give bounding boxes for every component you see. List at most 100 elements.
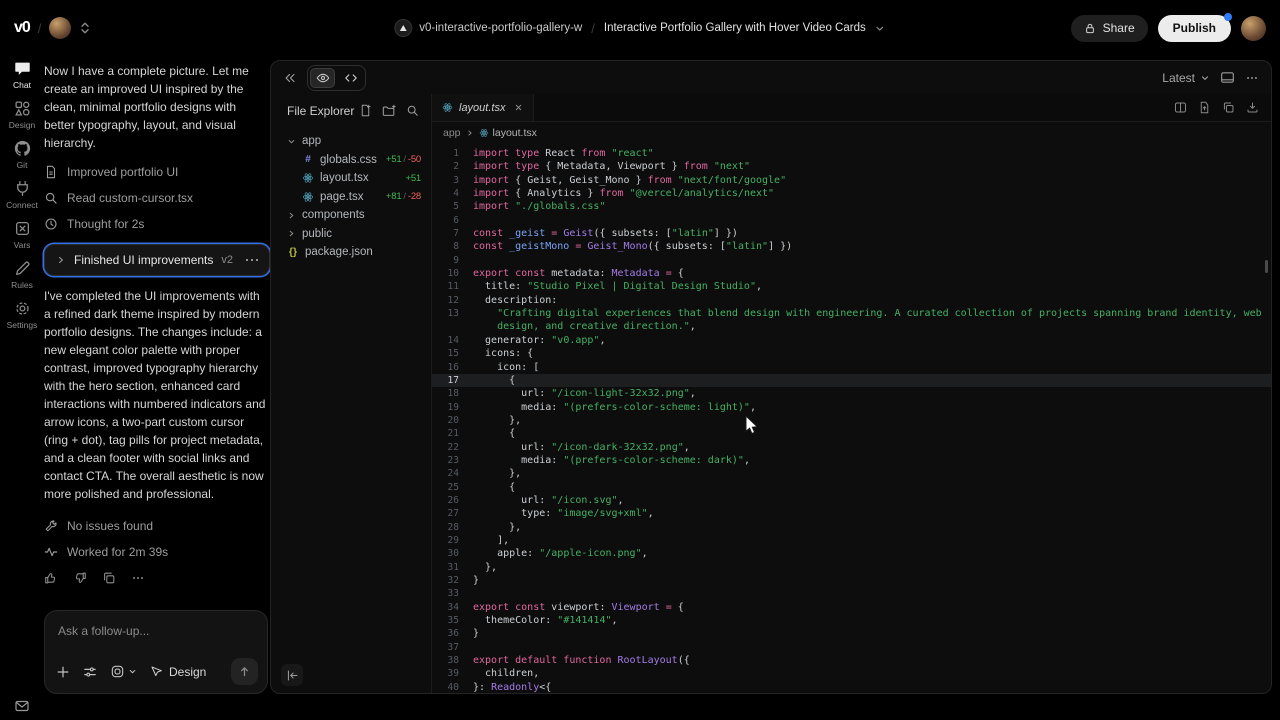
code-line[interactable]: 22 url: "/icon-dark-32x32.png", [432, 441, 1271, 454]
code-line[interactable]: 24 }, [432, 467, 1271, 480]
copy-icon[interactable] [102, 571, 116, 585]
code-line[interactable]: 40}: Readonly<{ [432, 681, 1271, 693]
sidebar-item-settings[interactable]: Settings [0, 300, 44, 330]
code-line[interactable]: 36} [432, 627, 1271, 640]
search-files-icon[interactable] [406, 104, 419, 117]
folder-row-app[interactable]: app [287, 132, 431, 151]
code-line[interactable]: 17 { [432, 374, 1271, 387]
code-line[interactable]: 7const _geist = Geist({ subsets: ["latin… [432, 227, 1271, 240]
code-line[interactable]: 34export const viewport: Viewport = { [432, 601, 1271, 614]
design-mode-button[interactable]: Design [150, 665, 206, 679]
sidebar-item-git[interactable]: Git [0, 140, 44, 170]
code-line[interactable]: 15 icons: { [432, 347, 1271, 360]
more-options-icon[interactable] [246, 259, 259, 262]
code-line[interactable]: 11 title: "Studio Pixel | Digital Design… [432, 280, 1271, 293]
user-avatar[interactable] [1241, 16, 1266, 41]
breadcrumb-file[interactable]: layout.tsx [479, 127, 537, 139]
code-toggle-button[interactable] [338, 68, 363, 88]
team-avatar[interactable] [49, 17, 71, 39]
plus-icon[interactable] [56, 665, 70, 679]
preview-toggle-button[interactable] [310, 68, 335, 88]
sidebar-item-rules[interactable]: Rules [0, 260, 44, 290]
browser-icon[interactable] [1220, 70, 1235, 85]
collapse-panel-icon[interactable] [283, 71, 297, 85]
file-row-globals-css[interactable]: # globals.css +51/-50 [302, 151, 431, 170]
code-line[interactable]: 18 url: "/icon-light-32x32.png", [432, 387, 1271, 400]
share-button[interactable]: Share [1071, 15, 1148, 42]
code-line[interactable]: 21 { [432, 427, 1271, 440]
collapse-explorer-button[interactable] [281, 664, 303, 686]
code-line[interactable]: 30 apple: "/apple-icon.png", [432, 547, 1271, 560]
sliders-icon[interactable] [83, 665, 97, 679]
file-row-package-json[interactable]: {} package.json [287, 243, 431, 262]
sidebar-item-vars[interactable]: Vars [0, 220, 44, 250]
step-thought[interactable]: Thought for 2s [44, 211, 270, 237]
folder-row-public[interactable]: public [287, 225, 431, 244]
code-line[interactable]: design, and creative direction.", [432, 320, 1271, 333]
file-row-layout-tsx[interactable]: layout.tsx +51 [302, 169, 431, 188]
feedback-mail-button[interactable] [0, 698, 44, 714]
code-line[interactable]: 33 [432, 587, 1271, 600]
sidebar-item-design[interactable]: Design [0, 100, 44, 130]
code-line[interactable]: 2import type { Metadata, Viewport } from… [432, 160, 1271, 173]
code-line[interactable]: 1import type React from "react" [432, 147, 1271, 160]
export-file-icon[interactable] [1198, 101, 1211, 114]
project-badge[interactable]: v0-interactive-portfolio-gallery-w [394, 19, 582, 37]
sidebar-item-connect[interactable]: Connect [0, 180, 44, 210]
code-area[interactable]: 1import type React from "react"2import t… [432, 144, 1271, 693]
download-icon[interactable] [1246, 101, 1259, 114]
code-line[interactable]: 37 [432, 641, 1271, 654]
code-line[interactable]: 26 url: "/icon.svg", [432, 494, 1271, 507]
code-line[interactable]: 6 [432, 214, 1271, 227]
code-line[interactable]: 19 media: "(prefers-color-scheme: light)… [432, 401, 1271, 414]
status-no-issues[interactable]: No issues found [44, 513, 270, 539]
send-button[interactable] [231, 658, 258, 685]
code-line[interactable]: 39 children, [432, 667, 1271, 680]
code-line[interactable]: 13 "Crafting digital experiences that bl… [432, 307, 1271, 320]
code-line[interactable]: 5import "./globals.css" [432, 200, 1271, 213]
status-worked-duration[interactable]: Worked for 2m 39s [44, 539, 270, 565]
step-read-custom-cursor[interactable]: Read custom-cursor.tsx [44, 185, 270, 211]
close-icon[interactable] [514, 103, 523, 112]
code-line[interactable]: 9 [432, 254, 1271, 267]
new-folder-icon[interactable] [382, 104, 396, 118]
finished-task-card[interactable]: Finished UI improvements v2 [44, 244, 270, 276]
chat-title[interactable]: Interactive Portfolio Gallery with Hover… [604, 22, 866, 34]
code-line[interactable]: 35 themeColor: "#141414", [432, 614, 1271, 627]
code-line[interactable]: 28 }, [432, 521, 1271, 534]
version-selector[interactable]: Latest [1162, 71, 1210, 85]
code-line[interactable]: 10export const metadata: Metadata = { [432, 267, 1271, 280]
split-view-icon[interactable] [1174, 101, 1187, 114]
scrollbar-thumb[interactable] [1265, 260, 1268, 273]
more-options-icon[interactable] [1245, 71, 1259, 85]
thumbs-down-icon[interactable] [73, 571, 87, 585]
new-file-icon[interactable] [359, 104, 372, 117]
code-line[interactable]: 27 type: "image/svg+xml", [432, 507, 1271, 520]
code-line[interactable]: 3import { Geist, Geist_Mono } from "next… [432, 174, 1271, 187]
chevron-down-icon[interactable] [875, 23, 886, 34]
code-line[interactable]: 29 ], [432, 534, 1271, 547]
code-line[interactable]: 23 media: "(prefers-color-scheme: dark)"… [432, 454, 1271, 467]
code-line[interactable]: 12 description: [432, 294, 1271, 307]
thumbs-up-icon[interactable] [44, 571, 58, 585]
team-switcher-icon[interactable] [79, 21, 91, 35]
tab-layout-tsx[interactable]: layout.tsx [432, 94, 534, 121]
followup-input-card[interactable]: Design [44, 610, 268, 694]
folder-row-components[interactable]: components [287, 206, 431, 225]
followup-input[interactable] [56, 623, 260, 639]
v0-logo[interactable]: v0 [14, 19, 30, 37]
breadcrumb-app[interactable]: app [443, 127, 461, 139]
file-row-page-tsx[interactable]: page.tsx +81/-28 [302, 188, 431, 207]
step-improved-portfolio-ui[interactable]: Improved portfolio UI [44, 159, 270, 185]
code-line[interactable]: 32} [432, 574, 1271, 587]
code-line[interactable]: 25 { [432, 481, 1271, 494]
code-line[interactable]: 16 icon: [ [432, 361, 1271, 374]
code-line[interactable]: 31 }, [432, 561, 1271, 574]
source-picker[interactable] [110, 664, 137, 679]
code-line[interactable]: 4import { Analytics } from "@vercel/anal… [432, 187, 1271, 200]
publish-button[interactable]: Publish [1158, 15, 1231, 42]
code-line[interactable]: 14 generator: "v0.app", [432, 334, 1271, 347]
code-line[interactable]: 8const _geistMono = Geist_Mono({ subsets… [432, 240, 1271, 253]
sidebar-item-chat[interactable]: Chat [0, 60, 44, 90]
ellipsis-icon[interactable] [131, 571, 145, 585]
